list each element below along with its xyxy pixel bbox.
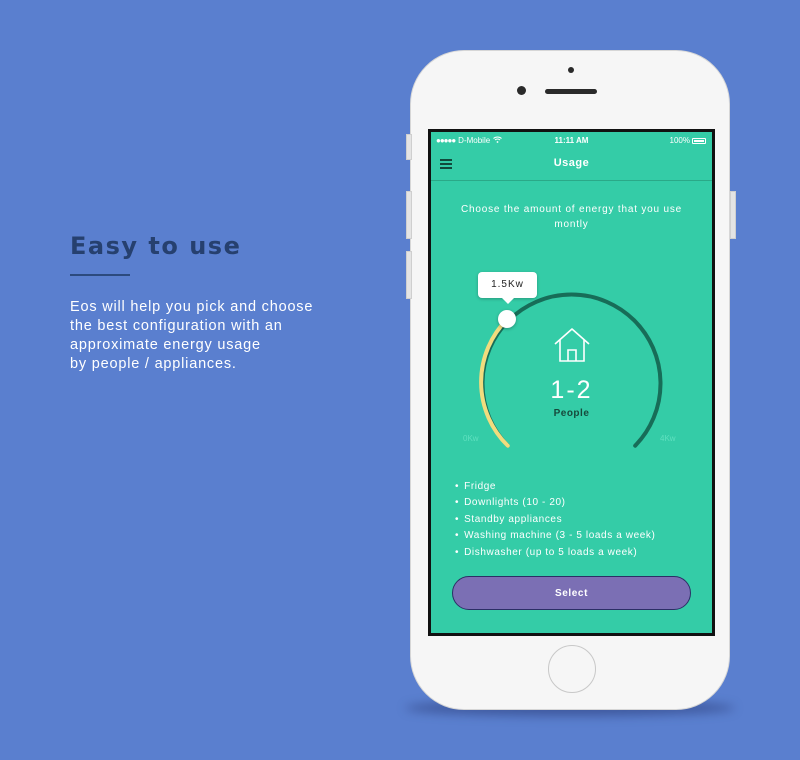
power-button [730,191,736,239]
battery-icon [692,137,706,144]
gauge-max-label: 4Kw [660,434,676,443]
mute-switch [406,134,412,160]
appliance-item: Dishwasher (up to 5 loads a week) [455,545,655,561]
promo-description-line: by people / appliances. [70,356,237,372]
energy-gauge[interactable] [431,270,712,460]
volume-down-button [406,251,412,299]
promo-description-line: Eos will help you pick and choose [70,299,314,315]
people-range-value: 1-2 [550,376,593,404]
house-icon [554,328,590,362]
appliance-item: Standby appliances [455,512,655,528]
page-title: Usage [553,157,590,169]
promo-section: Easy to use Eos will help you pick and c… [70,232,370,374]
select-button[interactable]: Select [452,576,691,610]
appliance-list: Fridge Downlights (10 - 20) Standby appl… [455,479,655,561]
battery-group: 100% [670,136,706,145]
promo-title: Easy to use [70,232,242,260]
people-label: People [553,408,590,419]
gauge-min-label: 0Kw [463,434,479,443]
energy-prompt: Choose the amount of energy that you use… [460,204,682,230]
appliance-item: Downlights (10 - 20) [455,495,655,511]
appliance-item: Fridge [455,479,655,495]
status-bar: ●●●●● D-Mobile 11:11 AM 100% [431,132,712,148]
app-screen: ●●●●● D-Mobile 11:11 AM 100% Usage Choose… [428,129,715,636]
phone-frame: ●●●●● D-Mobile 11:11 AM 100% Usage Choose… [406,50,736,710]
camera-dot [568,67,574,73]
promo-divider [70,274,130,276]
gauge-slider-handle[interactable] [498,310,516,328]
home-button[interactable] [548,645,596,693]
earpiece-speaker [545,89,597,94]
volume-up-button [406,191,412,239]
promo-description-line: approximate energy usage [70,337,261,353]
promo-description-line: the best configuration with an [70,318,283,334]
front-camera [517,86,526,95]
appliance-item: Washing machine (3 - 5 loads a week) [455,528,655,544]
nav-bar: Usage [431,148,712,181]
gauge-value-tooltip: 1.5Kw [478,272,537,304]
battery-percent: 100% [669,136,690,145]
